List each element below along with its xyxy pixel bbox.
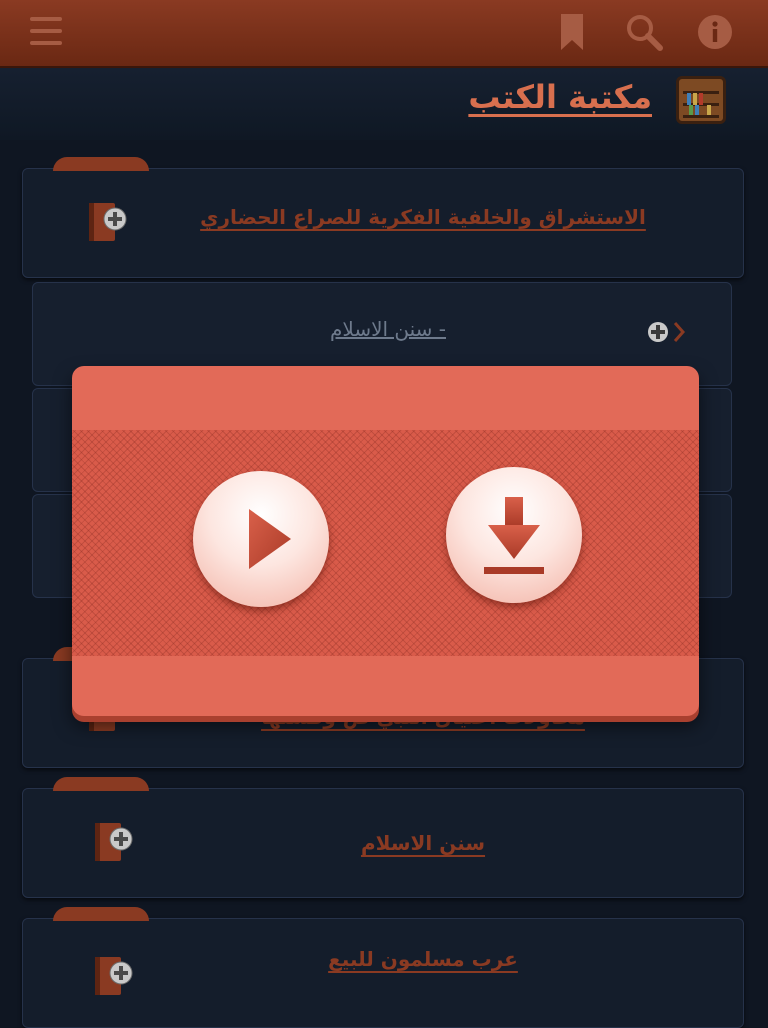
info-icon[interactable] [697, 14, 733, 50]
book-card[interactable]: سنن الاسلام [22, 777, 744, 898]
media-action-dialog [72, 366, 699, 716]
card-tab [53, 157, 149, 171]
subitem-title[interactable]: - سنن الاسلام [233, 317, 543, 341]
download-button[interactable] [446, 467, 582, 603]
book-title[interactable]: عرب مسلمون للبيع [163, 947, 683, 971]
book-card[interactable]: عرب مسلمون للبيع [22, 907, 744, 1028]
play-button[interactable] [193, 471, 329, 607]
card-tab [53, 777, 149, 791]
bookmark-icon[interactable] [560, 14, 584, 50]
book-add-icon[interactable] [93, 953, 133, 1001]
book-card[interactable]: الاستشراق والخلفية الفكرية للصراع الحضار… [22, 157, 744, 278]
library-header: مكتبة الكتب [0, 68, 768, 140]
download-icon [484, 497, 544, 574]
add-chevron-icon[interactable] [645, 319, 695, 345]
book-add-icon[interactable] [87, 199, 127, 247]
book-add-icon[interactable] [93, 819, 133, 867]
bookshelf-icon [676, 76, 726, 124]
play-icon [249, 509, 291, 569]
book-title[interactable]: سنن الاسلام [163, 831, 683, 855]
page-title: مكتبة الكتب [468, 78, 652, 116]
dialog-pattern-band [72, 430, 699, 656]
card-tab [53, 907, 149, 921]
top-app-bar [0, 0, 768, 68]
book-title[interactable]: الاستشراق والخلفية الفكرية للصراع الحضار… [163, 205, 683, 229]
menu-icon[interactable] [30, 17, 62, 45]
search-icon[interactable] [624, 12, 664, 52]
